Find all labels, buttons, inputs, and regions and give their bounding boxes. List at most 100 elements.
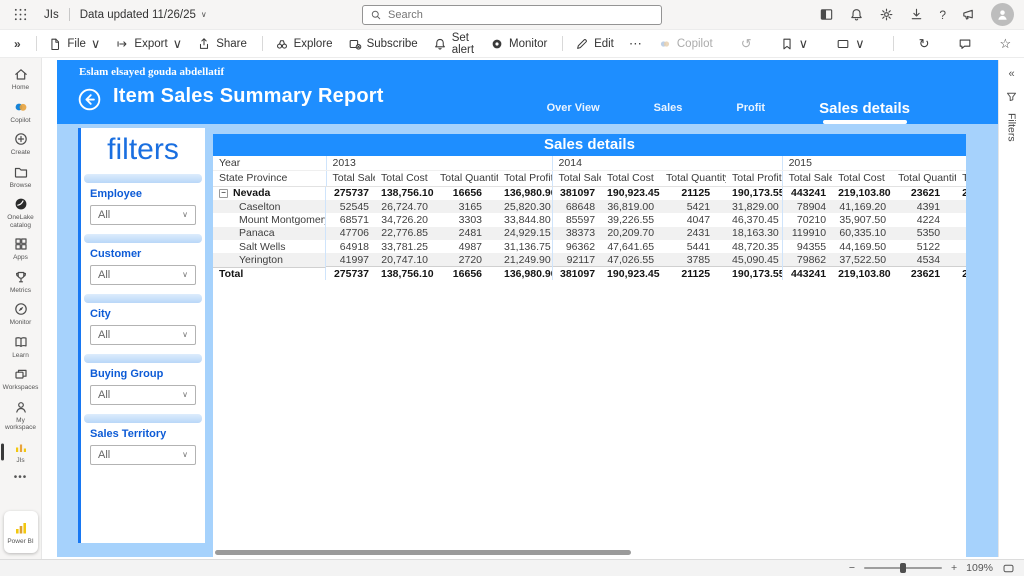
copilot-icon: [658, 37, 672, 51]
row-header-yerington: Yerington: [213, 253, 326, 267]
subscribe-button[interactable]: Subscribe: [348, 37, 418, 51]
sidebar-item-learn[interactable]: Learn: [0, 331, 41, 364]
filter-section-divider: [84, 174, 202, 183]
table-cell: 5441: [686, 240, 711, 253]
app-name[interactable]: JIs: [44, 9, 59, 21]
more-ellipsis-button[interactable]: ⋯: [629, 36, 643, 52]
tab-profit[interactable]: Profit: [736, 102, 765, 124]
feedback-icon[interactable]: [961, 7, 976, 22]
zoom-in-button[interactable]: +: [951, 562, 957, 574]
zoom-slider[interactable]: [864, 563, 942, 573]
row-label: Panaca: [239, 227, 275, 240]
tab-sales[interactable]: Sales: [654, 102, 683, 124]
help-icon[interactable]: ?: [939, 8, 946, 22]
set-alert-button[interactable]: Set alert: [433, 32, 475, 56]
tab-over-view[interactable]: Over View: [547, 102, 600, 124]
horizontal-scrollbar[interactable]: [215, 550, 631, 555]
sidebar-item-my-workspace[interactable]: My workspace: [0, 396, 41, 436]
toolbar-right: Copilot ↺ ∨ ∨ ↻ ☆: [658, 36, 1024, 52]
table-cell: 18,163.30: [726, 226, 783, 241]
zoom-level[interactable]: 109%: [966, 562, 993, 574]
table-cell: 4391: [892, 199, 957, 214]
table-cell-partial: [956, 226, 966, 241]
edit-button[interactable]: Edit: [575, 37, 614, 51]
filter-dropdown-sales-territory[interactable]: All ∨: [90, 445, 196, 465]
table-row-salt-wells[interactable]: Salt Wells 64918 33,781.25 4987 31,136.75 963…: [213, 240, 966, 254]
global-search[interactable]: [362, 5, 662, 25]
refresh-button[interactable]: ↻: [919, 36, 930, 52]
search-input[interactable]: [388, 9, 654, 21]
sidebar-item-metrics[interactable]: Metrics: [0, 266, 41, 299]
sidebar-item-monitor[interactable]: Monitor: [0, 298, 41, 331]
side-panel-icon[interactable]: [819, 7, 834, 22]
avatar[interactable]: [991, 3, 1014, 26]
reset-button[interactable]: ↺: [741, 36, 752, 52]
collapse-toggle-icon[interactable]: −: [219, 188, 228, 198]
nav-more-button[interactable]: •••: [14, 472, 28, 483]
column-header: Total Sales: [782, 170, 833, 187]
filter-dropdown-employee[interactable]: All ∨: [90, 205, 196, 225]
sidebar-item-copilot[interactable]: Copilot: [0, 96, 41, 129]
sidebar-item-onelake-catalog[interactable]: OneLake catalog: [0, 193, 41, 233]
table-row-panaca[interactable]: Panaca 47706 22,776.85 2481 24,929.15 38373 20…: [213, 226, 966, 241]
filter-label-buying-group: Buying Group: [90, 368, 164, 380]
view-button[interactable]: ∨: [836, 37, 865, 51]
back-button[interactable]: [77, 87, 102, 112]
star-button[interactable]: ☆: [1000, 36, 1012, 52]
table-cell-partial: 2: [956, 266, 966, 281]
tab-sales-details[interactable]: Sales details: [819, 100, 910, 124]
sidebar-item-label: Workspaces: [2, 384, 39, 391]
table-cell: 33,781.25: [381, 240, 428, 253]
comment-button[interactable]: [958, 37, 972, 51]
zoom-slider-handle[interactable]: [900, 563, 906, 573]
sidebar-item-home[interactable]: Home: [0, 63, 41, 96]
sidebar-item-label: Metrics: [10, 286, 31, 294]
explore-button[interactable]: Explore: [275, 37, 333, 51]
table-row-caselton[interactable]: Caselton 52545 26,724.70 3165 25,820.30 68648…: [213, 199, 966, 214]
filter-dropdown-buying-group[interactable]: All ∨: [90, 385, 196, 405]
table-row-yerington[interactable]: Yerington 41997 20,747.10 2720 21,249.90 9211…: [213, 253, 966, 267]
data-updated-label: Data updated 11/26/25: [79, 8, 196, 21]
table-cell: 68571: [339, 213, 369, 226]
table-row-nevada[interactable]: − Nevada 275737 138,756.10 16656 136,980.90 38…: [213, 186, 966, 200]
export-button[interactable]: Export ∨: [115, 37, 182, 51]
table-cell: 119910: [782, 226, 833, 241]
filter-label-employee: Employee: [90, 188, 142, 200]
double-chevron-right-button[interactable]: »: [14, 37, 21, 51]
monitor-button[interactable]: Monitor: [490, 37, 547, 51]
file-button[interactable]: File ∨: [48, 37, 100, 51]
avatar[interactable]: [991, 3, 1014, 26]
download-icon[interactable]: [909, 7, 924, 22]
table-cell: 36,819.00: [601, 199, 661, 214]
sidebar-item-workspaces[interactable]: Workspaces: [0, 363, 41, 396]
edit-pencil-icon: [575, 37, 589, 51]
copilot-button[interactable]: Copilot: [658, 37, 713, 51]
zoom-out-button[interactable]: −: [849, 562, 855, 574]
sidebar-item-jis[interactable]: JIs: [0, 436, 41, 469]
column-header: Total Quantity: [434, 170, 498, 187]
data-updated-menu[interactable]: Data updated 11/26/25 ∨: [80, 9, 207, 21]
active-tab-underline: [822, 119, 907, 124]
table-cell: 219,103.80: [838, 187, 891, 200]
fit-to-page-icon[interactable]: [1002, 562, 1015, 575]
expand-pane-icon[interactable]: «: [1008, 68, 1014, 80]
sidebar-item-apps[interactable]: Apps: [0, 233, 41, 266]
sidebar-item-create[interactable]: Create: [0, 128, 41, 161]
bookmark-button[interactable]: ∨: [780, 37, 808, 51]
table-row-total[interactable]: Total 275737 138,756.10 16656 136,980.90 3810…: [213, 266, 966, 281]
sidebar-item-browse[interactable]: Browse: [0, 161, 41, 194]
filter-funnel-icon[interactable]: [1005, 90, 1018, 103]
notifications-bell-icon[interactable]: [849, 7, 864, 22]
share-button[interactable]: Share: [197, 37, 247, 51]
table-cell: 381097: [560, 187, 596, 200]
filter-dropdown-customer[interactable]: All ∨: [90, 265, 196, 285]
star-icon: ☆: [999, 35, 1012, 51]
sidebar-item-label: Copilot: [10, 116, 31, 124]
settings-gear-icon[interactable]: [879, 7, 894, 22]
toolbar-divider: [35, 36, 37, 51]
table-cell: 34,726.20: [381, 213, 428, 226]
table-row-mount-montgomery[interactable]: Mount Montgomery 68571 34,726.20 3303 33,844…: [213, 213, 966, 227]
app-launcher-icon[interactable]: [13, 7, 28, 22]
column-header: Total Profit: [726, 170, 783, 187]
filter-dropdown-city[interactable]: All ∨: [90, 325, 196, 345]
